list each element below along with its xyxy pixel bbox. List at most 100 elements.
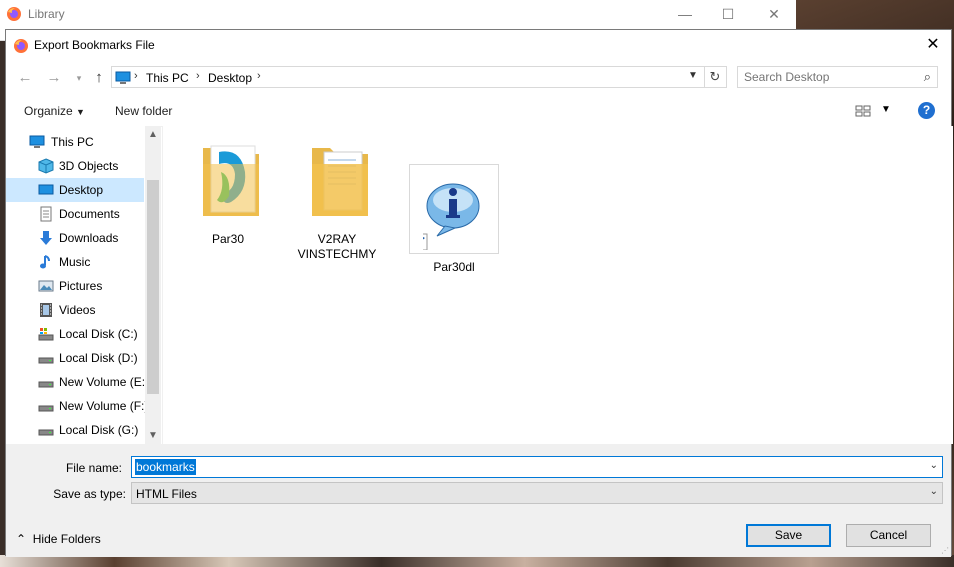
drive-icon <box>38 398 54 414</box>
nav-label: 3D Objects <box>59 159 119 173</box>
search-icon[interactable]: ⌕ <box>924 69 931 85</box>
file-label: Par30dl <box>433 260 475 274</box>
file-label: Par30 <box>211 232 245 246</box>
nav-item-videos[interactable]: Videos <box>6 298 144 322</box>
search-input[interactable] <box>744 69 912 85</box>
firefox-icon <box>6 6 22 25</box>
address-dropdown-icon[interactable]: ▼ <box>688 70 698 81</box>
firefox-icon <box>13 38 29 57</box>
nav-label: New Volume (F:) <box>59 399 149 413</box>
dialog-title: Export Bookmarks File <box>34 38 155 52</box>
chevron-down-icon: ⌄ <box>929 486 938 497</box>
library-close-button[interactable]: ✕ <box>751 4 797 24</box>
export-bookmarks-dialog: Export Bookmarks File ✕ ← → ▾ ↑ › This P… <box>5 29 953 557</box>
nav-label: Local Disk (C:) <box>59 327 138 341</box>
nav-item-downloads[interactable]: Downloads <box>6 226 144 250</box>
drive-icon <box>38 350 54 366</box>
nav-label: Music <box>59 255 91 269</box>
dialog-close-button[interactable]: ✕ <box>921 34 945 56</box>
picture-icon <box>38 278 54 294</box>
breadcrumb-separator-icon: › <box>134 70 138 82</box>
system-drive-icon <box>38 326 54 342</box>
file-item-par30dl[interactable]: Par30dl <box>409 164 499 294</box>
scrollbar-thumb[interactable] <box>147 180 159 394</box>
nav-item-3d-objects[interactable]: 3D Objects <box>6 154 144 178</box>
breadcrumb-this-pc[interactable]: This PC <box>146 71 189 85</box>
navigation-pane: This PC 3D Objects Desktop Documents Dow… <box>6 126 161 444</box>
download-icon <box>38 230 54 246</box>
nav-label: Local Disk (D:) <box>59 351 138 365</box>
dialog-title-bar: Export Bookmarks File ✕ <box>6 30 951 61</box>
resize-grip-icon[interactable]: ⋰ <box>941 546 949 555</box>
minimize-button[interactable]: — <box>662 4 708 24</box>
file-name-combobox: bookmarks ⌄ <box>131 456 943 478</box>
nav-item-desktop[interactable]: Desktop <box>6 178 144 202</box>
computer-icon <box>29 134 45 150</box>
organize-label: Organize <box>24 104 73 118</box>
search-box: ⌕ <box>737 66 938 88</box>
file-item-v2ray-vinstechmy[interactable]: V2RAY VINSTECHMY <box>292 136 382 266</box>
file-name-label: File name: <box>65 461 122 475</box>
breadcrumb-desktop[interactable]: Desktop <box>208 71 252 85</box>
nav-item-local-disk-c[interactable]: Local Disk (C:) <box>6 322 144 346</box>
nav-label: This PC <box>51 135 94 149</box>
chevron-down-icon[interactable]: ⌄ <box>930 460 938 471</box>
scroll-up-icon[interactable]: ▲ <box>145 129 161 140</box>
new-folder-button[interactable]: New folder <box>115 104 172 118</box>
nav-label: Videos <box>59 303 96 317</box>
nav-label: Pictures <box>59 279 103 293</box>
hide-folders-button[interactable]: ⌃ Hide Folders <box>16 532 101 546</box>
nav-item-documents[interactable]: Documents <box>6 202 144 226</box>
maximize-button[interactable]: ☐ <box>705 4 751 24</box>
file-item-par30[interactable]: Par30 <box>183 136 273 266</box>
chevron-up-icon: ⌃ <box>16 532 27 546</box>
nav-item-local-disk-g[interactable]: Local Disk (G:) <box>6 418 144 442</box>
up-arrow-icon[interactable]: ↑ <box>88 68 110 88</box>
save-as-type-label: Save as type: <box>53 487 126 501</box>
nav-item-pictures[interactable]: Pictures <box>6 274 144 298</box>
file-list: Par30 V2RAY VINSTECHMY Par30dl <box>162 126 953 444</box>
organize-button[interactable]: Organize ▼ <box>24 104 85 118</box>
document-icon <box>38 206 54 222</box>
nav-label: Downloads <box>59 231 119 245</box>
cancel-button[interactable]: Cancel <box>846 524 931 547</box>
save-as-type-select[interactable]: HTML Files ⌄ <box>131 482 943 504</box>
info-shortcut-icon <box>410 178 483 253</box>
help-icon[interactable]: ? <box>918 102 935 119</box>
save-button[interactable]: Save <box>746 524 831 547</box>
folder-icon <box>310 144 372 223</box>
file-name-input[interactable]: bookmarks <box>135 459 196 475</box>
drive-icon <box>38 374 54 390</box>
command-bar: Organize ▼ New folder <box>6 94 951 127</box>
cube-icon <box>38 158 54 174</box>
drive-icon <box>38 422 54 438</box>
address-bar[interactable]: › This PC › Desktop › <box>111 66 727 88</box>
view-chevron-down-icon[interactable]: ▼ <box>881 104 891 115</box>
nav-item-this-pc[interactable]: This PC <box>6 130 144 154</box>
scroll-down-icon[interactable]: ▼ <box>145 430 161 441</box>
nav-item-local-disk-d[interactable]: Local Disk (D:) <box>6 346 144 370</box>
save-as-type-value: HTML Files <box>136 487 197 501</box>
save-form: File name: bookmarks ⌄ Save as type: HTM… <box>6 444 951 557</box>
nav-label: Local Disk (G:) <box>59 423 139 437</box>
breadcrumb-separator-icon: › <box>196 70 200 82</box>
chevron-down-icon: ▼ <box>76 107 85 117</box>
nav-label: New Volume (E:) <box>59 375 150 389</box>
forward-arrow-icon[interactable]: → <box>43 68 65 88</box>
recent-locations-chevron-icon[interactable]: ▾ <box>68 68 90 88</box>
library-title: Library <box>28 7 65 21</box>
computer-icon <box>115 71 131 88</box>
breadcrumb-separator-icon: › <box>257 70 261 82</box>
file-label: V2RAY VINSTECHMY <box>297 232 377 261</box>
refresh-icon[interactable]: ↻ <box>704 66 725 88</box>
nav-item-new-volume-f[interactable]: New Volume (F:) <box>6 394 148 418</box>
view-options-icon[interactable] <box>855 104 871 121</box>
folder-with-logo-icon <box>201 142 263 223</box>
nav-item-new-volume-e[interactable]: New Volume (E:) <box>6 370 149 394</box>
music-icon <box>38 254 54 270</box>
nav-scrollbar[interactable]: ▲ ▼ <box>145 126 161 444</box>
video-icon <box>38 302 54 318</box>
desktop-icon <box>38 182 54 198</box>
nav-item-music[interactable]: Music <box>6 250 144 274</box>
back-arrow-icon[interactable]: ← <box>14 68 36 88</box>
